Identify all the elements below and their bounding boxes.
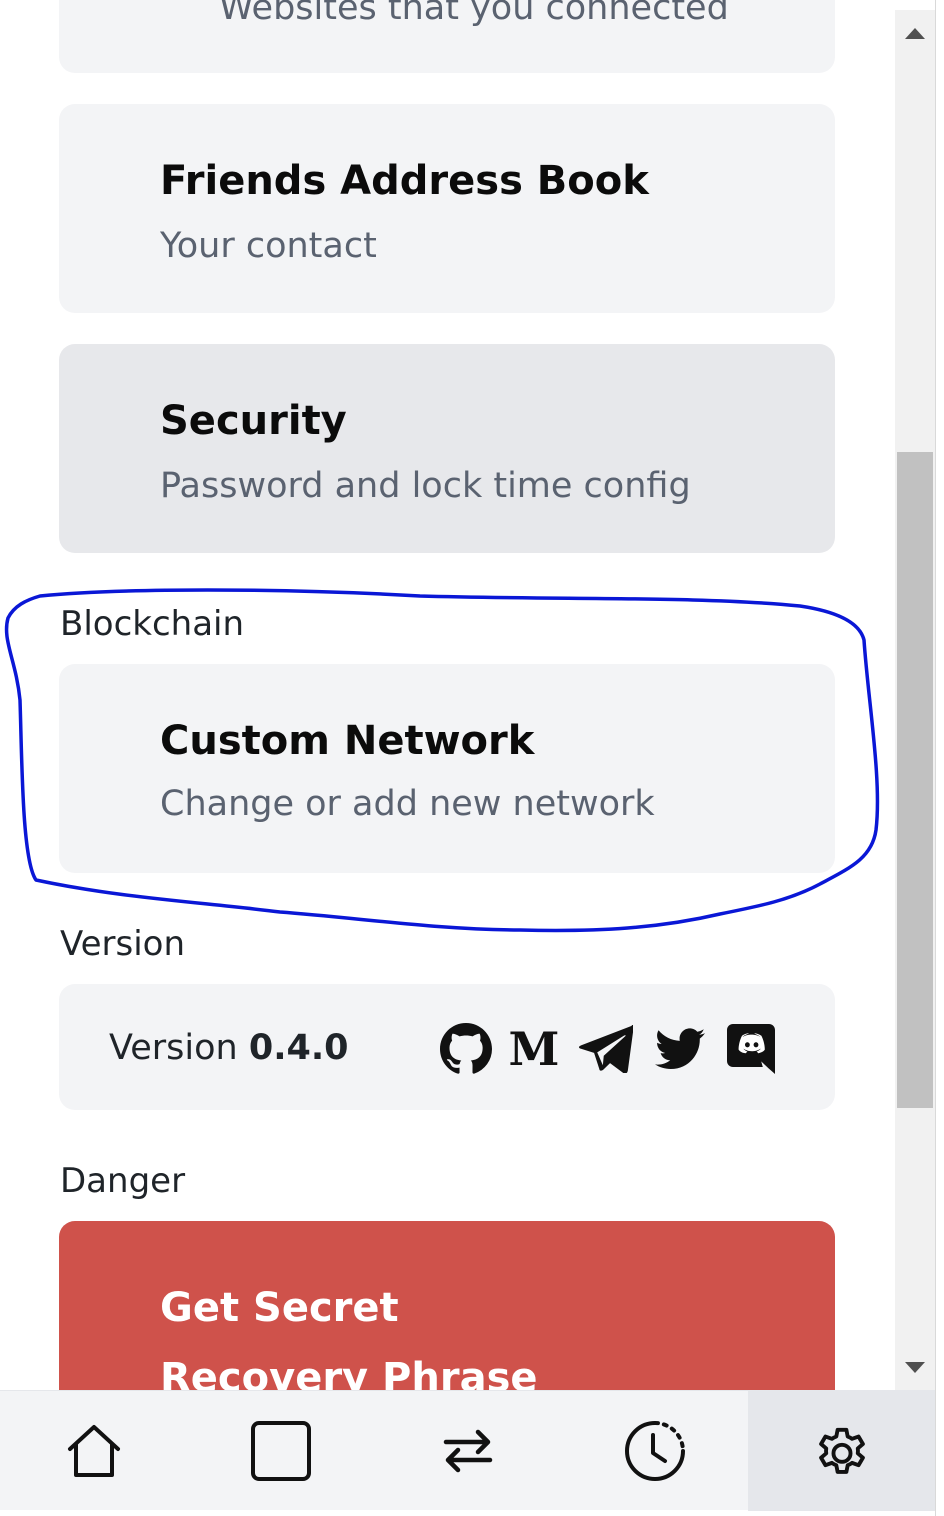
- svg-text:M: M: [509, 1027, 560, 1071]
- custom-network-title: Custom Network: [160, 718, 535, 764]
- swap-icon: [443, 1429, 492, 1473]
- square-icon: [250, 1421, 311, 1481]
- nav-square[interactable]: [187, 1391, 374, 1511]
- nav-history[interactable]: [561, 1391, 748, 1511]
- settings-icon: [818, 1427, 865, 1474]
- recovery-phrase-button[interactable]: Get Secret Recovery Phrase: [59, 1221, 835, 1390]
- version-number: 0.4.0: [248, 1028, 349, 1068]
- connected-sites-card[interactable]: Websites that you connected: [59, 0, 835, 73]
- version-section-label: Version: [60, 924, 186, 964]
- recovery-phrase-label: Get Secret Recovery Phrase: [160, 1285, 538, 1390]
- custom-network-card[interactable]: Custom Network Change or add new network: [59, 664, 835, 873]
- settings-scroll-area[interactable]: Websites that you connected Friends Addr…: [0, 0, 895, 1390]
- nav-home[interactable]: [0, 1391, 187, 1511]
- telegram-icon[interactable]: [579, 1022, 633, 1076]
- version-text: Version 0.4.0: [109, 1028, 349, 1068]
- scroll-down-arrow-icon[interactable]: [905, 1362, 925, 1373]
- version-label: Version: [109, 1028, 238, 1068]
- danger-section-label: Danger: [60, 1161, 186, 1201]
- window-edge: [935, 0, 944, 1516]
- address-book-title: Friends Address Book: [160, 158, 649, 204]
- address-book-desc: Your contact: [160, 226, 377, 266]
- security-card[interactable]: Security Password and lock time config: [59, 344, 835, 553]
- bottom-nav: [0, 1390, 935, 1511]
- nav-swap[interactable]: [374, 1391, 561, 1511]
- address-book-card[interactable]: Friends Address Book Your contact: [59, 104, 835, 313]
- discord-icon[interactable]: [724, 1022, 778, 1076]
- version-card: Version 0.4.0 M: [59, 984, 835, 1110]
- medium-icon[interactable]: M: [507, 1022, 561, 1076]
- twitter-icon[interactable]: [653, 1022, 707, 1076]
- scrollbar-thumb[interactable]: [897, 452, 933, 1108]
- scroll-up-arrow-icon[interactable]: [905, 28, 925, 39]
- github-icon[interactable]: [439, 1022, 493, 1076]
- security-title: Security: [160, 398, 347, 444]
- blockchain-section-label: Blockchain: [60, 604, 245, 644]
- custom-network-desc: Change or add new network: [160, 784, 655, 824]
- nav-settings[interactable]: [748, 1391, 935, 1511]
- home-icon: [67, 1425, 120, 1477]
- security-desc: Password and lock time config: [160, 466, 691, 506]
- connected-sites-desc: Websites that you connected: [219, 0, 729, 28]
- history-icon: [624, 1421, 685, 1481]
